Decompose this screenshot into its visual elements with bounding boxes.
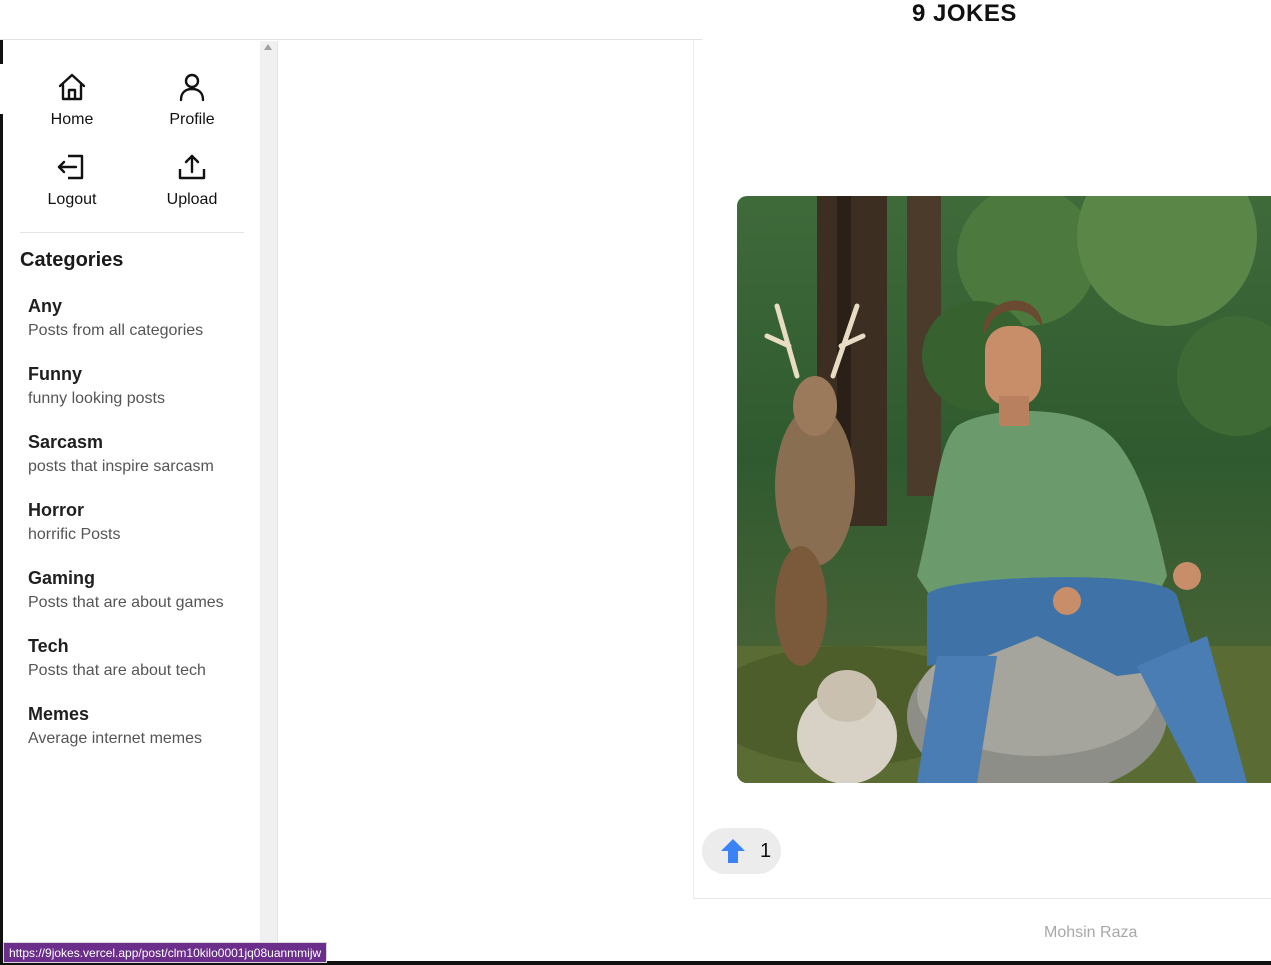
arrow-up-icon: [721, 839, 745, 863]
category-item-tech[interactable]: Tech Posts that are about tech: [28, 635, 252, 703]
upvote-count: 1: [760, 839, 772, 862]
post-photo-illustration: [737, 196, 1271, 783]
category-description: funny looking posts: [28, 390, 165, 407]
nav-logout-button[interactable]: Logout: [12, 151, 132, 221]
categories-heading: Categories: [20, 249, 124, 271]
logout-icon: [57, 154, 84, 180]
nav-profile-label: Profile: [169, 111, 215, 128]
sidebar: Home Profile Logout Upload Categories An…: [4, 41, 260, 961]
category-item-gaming[interactable]: Gaming Posts that are about games: [28, 567, 252, 635]
category-description: posts that inspire sarcasm: [28, 458, 214, 475]
category-list: Any Posts from all categories Funny funn…: [28, 295, 252, 771]
nav-upload-button[interactable]: Upload: [132, 151, 252, 221]
top-bar: [0, 0, 702, 40]
category-item-horror[interactable]: Horror horrific Posts: [28, 499, 252, 567]
category-name: Any: [28, 296, 63, 316]
home-icon: [58, 73, 86, 101]
category-description: Posts that are about tech: [28, 662, 206, 679]
category-name: Horror: [28, 500, 85, 520]
site-title[interactable]: 9 JOKES: [912, 0, 1017, 28]
nav-home-button[interactable]: Home: [12, 71, 132, 141]
window-edge: [0, 40, 3, 965]
category-item-sarcasm[interactable]: Sarcasm posts that inspire sarcasm: [28, 431, 252, 499]
category-description: Posts that are about games: [28, 594, 224, 611]
category-name: Gaming: [28, 568, 96, 588]
category-name: Sarcasm: [28, 432, 104, 452]
scroll-up-arrow-icon[interactable]: [264, 44, 272, 50]
category-description: Posts from all categories: [28, 322, 204, 339]
nav-home-label: Home: [50, 111, 94, 128]
post-author[interactable]: Mohsin Raza: [1044, 924, 1137, 942]
post-image[interactable]: [737, 196, 1271, 783]
category-description: Average internet memes: [28, 730, 203, 747]
sidebar-divider: [20, 232, 244, 233]
main-empty-area: [279, 41, 693, 961]
category-item-funny[interactable]: Funny funny looking posts: [28, 363, 252, 431]
category-name: Tech: [28, 636, 69, 656]
category-item-any[interactable]: Any Posts from all categories: [28, 295, 252, 363]
sidebar-scrollbar[interactable]: [260, 41, 278, 961]
upload-icon: [178, 154, 206, 180]
nav-upload-label: Upload: [166, 191, 218, 208]
user-icon: [179, 73, 205, 102]
category-name: Funny: [28, 364, 82, 384]
category-name: Memes: [28, 704, 90, 724]
upvote-button[interactable]: 1: [702, 828, 781, 874]
nav-profile-button[interactable]: Profile: [132, 71, 252, 141]
category-description: horrific Posts: [28, 526, 121, 543]
status-bar-url: https://9jokes.vercel.app/post/clm10kilo…: [3, 942, 328, 963]
nav-logout-label: Logout: [47, 191, 97, 208]
category-item-memes[interactable]: Memes Average internet memes: [28, 703, 252, 771]
